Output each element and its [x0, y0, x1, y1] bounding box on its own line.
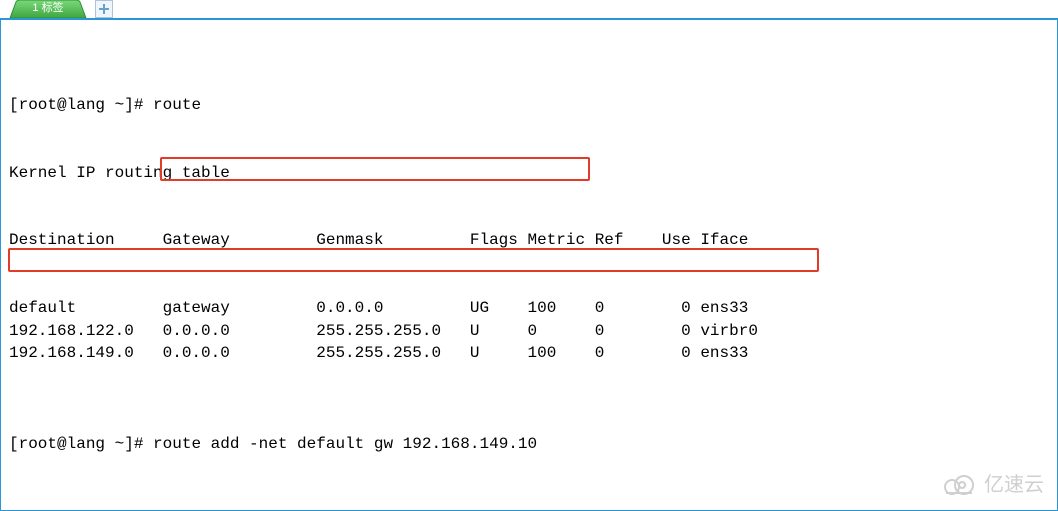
cloud-icon: [940, 473, 978, 497]
table-header: Destination Gateway Genmask Flags Metric…: [9, 229, 1055, 252]
terminal-pane[interactable]: [root@lang ~]# route Kernel IP routing t…: [0, 18, 1058, 511]
plus-icon: [99, 4, 109, 14]
table-row: 192.168.149.0 0.0.0.0 255.255.255.0 U 10…: [9, 342, 1055, 365]
table-row: 192.168.122.0 0.0.0.0 255.255.255.0 U 0 …: [9, 320, 1055, 343]
term-line: Kernel IP routing table: [9, 162, 1055, 185]
term-line: [root@lang ~]# route: [9, 94, 1055, 117]
command-text: route: [153, 96, 201, 114]
term-line: [root@lang ~]# route add -net default gw…: [9, 433, 1055, 456]
active-tab[interactable]: 1 标签: [6, 0, 90, 18]
prompt: [root@lang ~]#: [9, 435, 153, 453]
command-text: route add -net default gw 192.168.149.10: [153, 435, 537, 453]
tab-bar: 1 标签: [0, 0, 1058, 18]
prompt: [root@lang ~]#: [9, 96, 153, 114]
tab-label: 1 标签: [6, 1, 90, 15]
output-text: Kernel IP routing table: [9, 164, 230, 182]
watermark: 亿速云: [940, 473, 1044, 497]
watermark-text: 亿速云: [984, 474, 1044, 497]
table-row: default gateway 0.0.0.0 UG 100 0 0 ens33: [9, 297, 1055, 320]
add-tab-button[interactable]: [95, 0, 113, 18]
